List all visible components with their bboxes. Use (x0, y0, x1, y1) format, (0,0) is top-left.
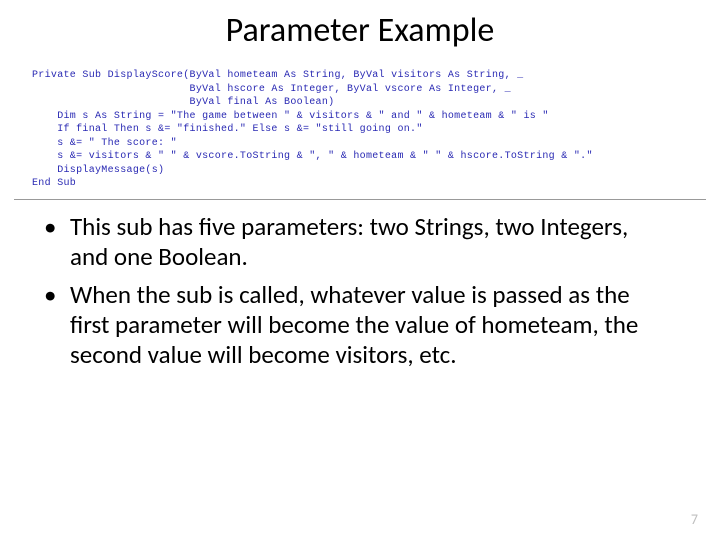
code-line: s &= visitors & " " & vscore.ToString & … (32, 151, 593, 162)
code-line: Private Sub DisplayScore(ByVal hometeam … (32, 70, 523, 81)
bullet-item: This sub has five parameters: two String… (70, 212, 670, 272)
page-number: 7 (691, 511, 698, 528)
code-line: End Sub (32, 178, 76, 189)
code-line: DisplayMessage(s) (32, 165, 164, 176)
bullet-item: When the sub is called, whatever value i… (70, 280, 670, 370)
code-line: s &= " The score: " (32, 138, 177, 149)
code-line: If final Then s &= "finished." Else s &=… (32, 124, 423, 135)
slide: Parameter Example Private Sub DisplaySco… (0, 0, 720, 540)
code-block: Private Sub DisplayScore(ByVal hometeam … (14, 69, 706, 200)
slide-title: Parameter Example (0, 10, 720, 51)
code-line: ByVal final As Boolean) (32, 97, 334, 108)
bullet-list: This sub has five parameters: two String… (0, 212, 720, 370)
code-line: ByVal hscore As Integer, ByVal vscore As… (32, 84, 511, 95)
code-line: Dim s As String = "The game between " & … (32, 111, 549, 122)
